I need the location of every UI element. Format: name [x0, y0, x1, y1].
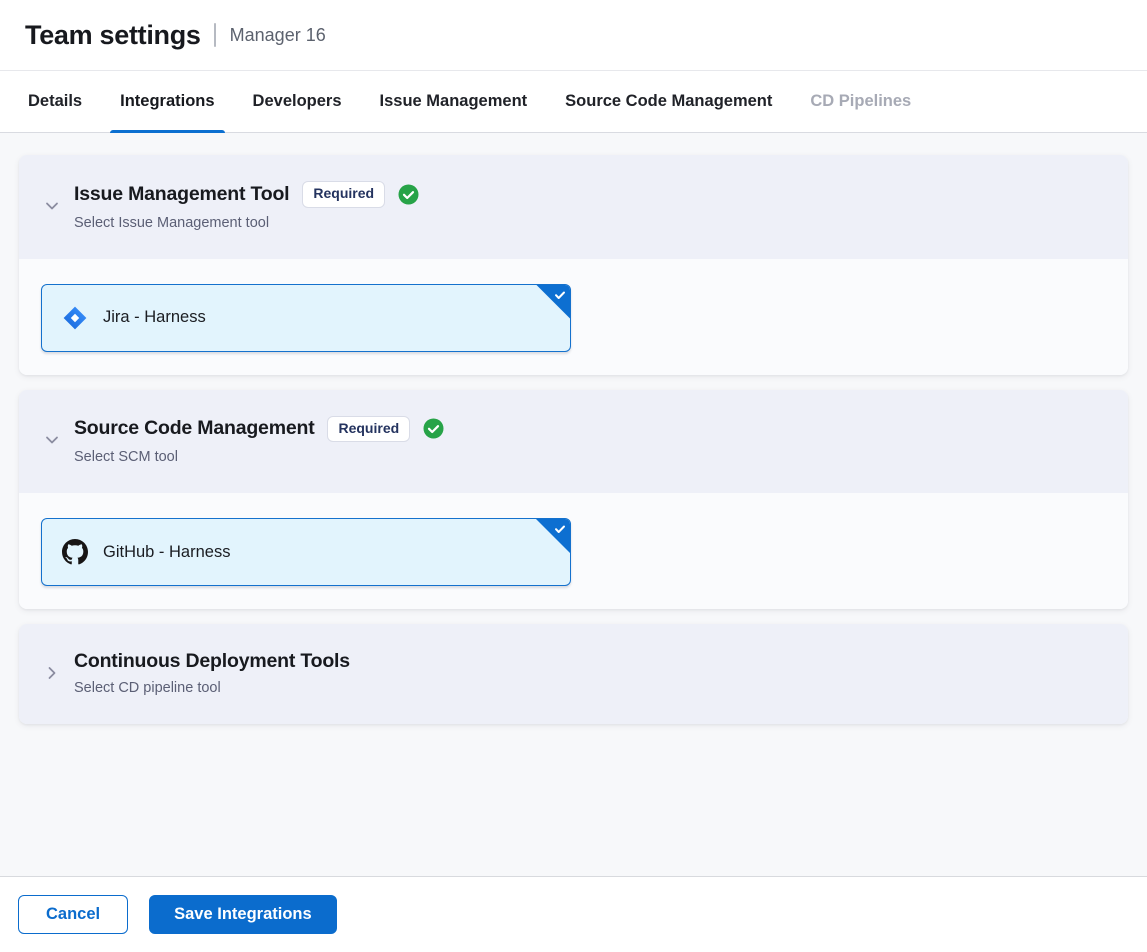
section-header-cd-tools[interactable]: Continuous Deployment Tools Select CD pi…: [19, 624, 1128, 724]
section-source-code-management: Source Code Management Required Select S…: [19, 390, 1128, 610]
tool-card-github[interactable]: GitHub - Harness: [41, 518, 571, 586]
tab-integrations[interactable]: Integrations: [101, 71, 233, 132]
section-header-scm[interactable]: Source Code Management Required Select S…: [19, 390, 1128, 494]
tool-card-jira[interactable]: Jira - Harness: [41, 284, 571, 352]
chevron-down-icon: [43, 197, 61, 215]
selected-corner-check-icon: [535, 284, 571, 320]
title-divider: [214, 23, 216, 47]
tab-details[interactable]: Details: [9, 71, 101, 132]
tool-name: GitHub - Harness: [103, 543, 230, 562]
section-title: Continuous Deployment Tools: [74, 650, 350, 673]
integrations-panel: Issue Management Tool Required Select Is…: [0, 133, 1147, 876]
section-title: Issue Management Tool: [74, 183, 289, 206]
tool-name: Jira - Harness: [103, 308, 206, 327]
section-title: Source Code Management: [74, 417, 314, 440]
section-header-issue-management[interactable]: Issue Management Tool Required Select Is…: [19, 155, 1128, 259]
page-title: Team settings: [25, 20, 201, 51]
save-integrations-button[interactable]: Save Integrations: [149, 895, 337, 934]
section-subtitle: Select Issue Management tool: [74, 215, 419, 231]
selected-corner-check-icon: [535, 518, 571, 554]
jira-icon: [62, 305, 88, 331]
section-subtitle: Select SCM tool: [74, 449, 444, 465]
section-continuous-deployment-tools: Continuous Deployment Tools Select CD pi…: [19, 624, 1128, 724]
section-body-scm: GitHub - Harness: [19, 493, 1128, 609]
section-issue-management-tool: Issue Management Tool Required Select Is…: [19, 155, 1128, 375]
tab-developers[interactable]: Developers: [234, 71, 361, 132]
chevron-down-icon: [43, 431, 61, 449]
page-subtitle: Manager 16: [230, 25, 326, 46]
tab-cd-pipelines: CD Pipelines: [791, 71, 930, 132]
required-badge: Required: [327, 416, 410, 443]
chevron-right-icon: [43, 664, 61, 682]
tab-issue-management[interactable]: Issue Management: [361, 71, 547, 132]
required-badge: Required: [302, 181, 385, 208]
page-header: Team settings Manager 16: [0, 0, 1147, 71]
check-circle-icon: [423, 418, 444, 439]
section-subtitle: Select CD pipeline tool: [74, 680, 350, 696]
github-icon: [62, 539, 88, 565]
footer-action-bar: Cancel Save Integrations: [0, 876, 1147, 952]
tab-source-code-management[interactable]: Source Code Management: [546, 71, 791, 132]
tab-bar: Details Integrations Developers Issue Ma…: [0, 71, 1147, 133]
check-circle-icon: [398, 184, 419, 205]
cancel-button[interactable]: Cancel: [18, 895, 128, 934]
section-body-issue-management: Jira - Harness: [19, 259, 1128, 375]
